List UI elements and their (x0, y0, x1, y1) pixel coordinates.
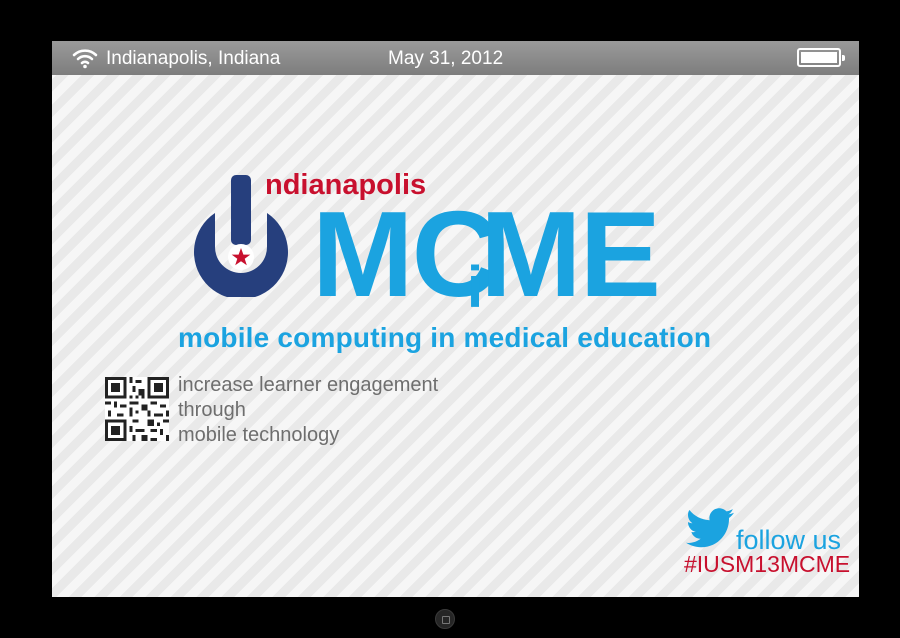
twitter-bird-icon[interactable] (685, 508, 735, 548)
logo-title-me: ME (480, 186, 661, 322)
status-bar: Indianapolis, Indiana May 31, 2012 (52, 41, 859, 75)
hashtag-label: #IUSM13MCME (684, 551, 851, 577)
blurb-line: through (178, 399, 246, 421)
battery-icon (797, 48, 845, 67)
home-button[interactable] (435, 609, 455, 629)
date-label: May 31, 2012 (388, 48, 504, 69)
battery-fill (801, 52, 837, 63)
logo-tagline: mobile computing in medical education (178, 322, 712, 353)
blurb-line: mobile technology (178, 424, 340, 446)
qr-code (105, 377, 169, 441)
wifi-icon (72, 49, 98, 69)
blurb-text: increase learner engagement through mobi… (178, 373, 438, 448)
blurb-line: increase learner engagement (178, 374, 439, 396)
tablet-screen: Indianapolis, Indiana May 31, 2012 ndian… (52, 41, 859, 597)
location-label: Indianapolis, Indiana (106, 48, 281, 69)
